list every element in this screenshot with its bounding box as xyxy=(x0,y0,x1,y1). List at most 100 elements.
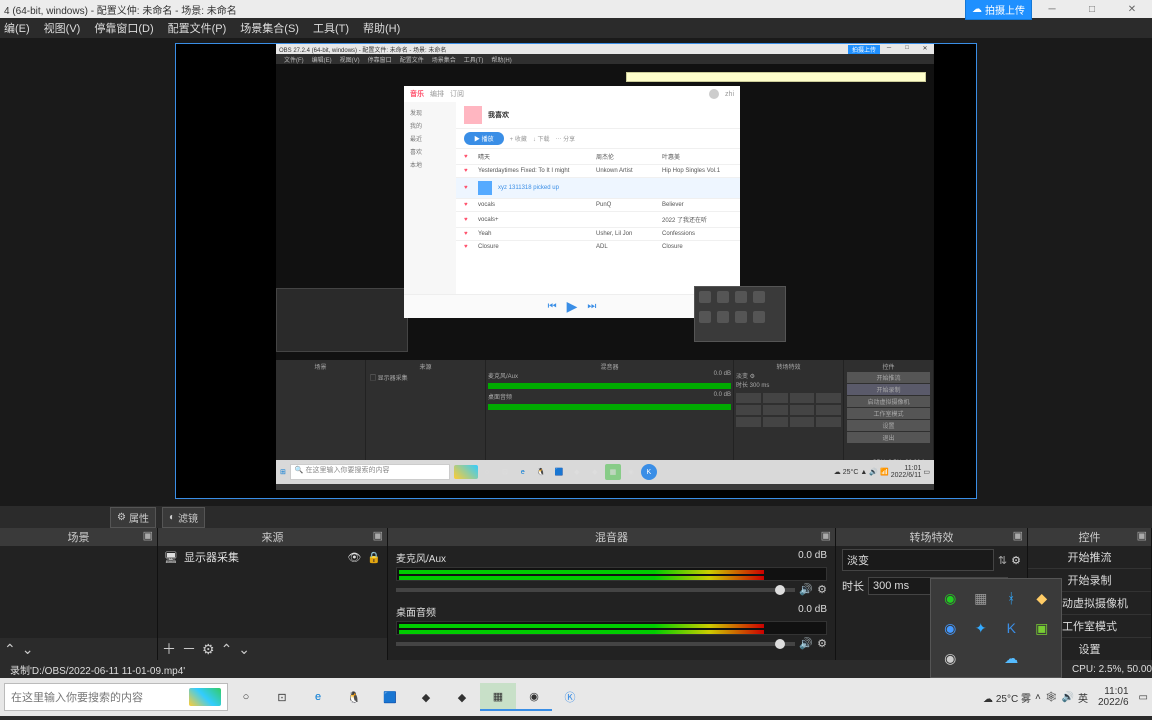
mixer-dock: 混音器 ▣ 麦克风/Aux0.0 dB 🔊 ⚙ 桌面音频0.0 dB 🔊 ⚙ xyxy=(388,528,836,660)
obs-icon[interactable]: ◉ xyxy=(516,683,552,711)
volume-slider[interactable] xyxy=(396,588,795,592)
menu-edit[interactable]: 编(E) xyxy=(4,20,30,36)
clock[interactable]: 11:012022/6 xyxy=(1092,686,1135,708)
nested-docks: 场景 来源▢ 显示器采集 混音器 麦克风/Aux0.0 dB 桌面音频0.0 d… xyxy=(276,360,934,460)
music-title: 音乐 xyxy=(410,89,424,99)
menu-view[interactable]: 视图(V) xyxy=(44,20,81,36)
tray-icon[interactable]: ◉ xyxy=(937,585,964,611)
audio-channel-desktop: 桌面音频0.0 dB 🔊 ⚙ xyxy=(388,600,835,654)
audio-meter xyxy=(396,567,827,581)
close-button[interactable]: ✕ xyxy=(1112,0,1152,18)
menu-scene-collection[interactable]: 场景集合(S) xyxy=(240,20,299,36)
windows-icon: ⊞ xyxy=(280,468,286,476)
undock-icon[interactable]: ▣ xyxy=(1137,529,1147,542)
steam-icon[interactable]: ◉ xyxy=(937,615,964,641)
filters-button[interactable]: ◐滤镜 xyxy=(162,507,205,528)
undock-icon[interactable]: ▣ xyxy=(821,529,831,542)
gear-icon[interactable]: ⚙ xyxy=(817,637,827,650)
app-icon[interactable]: ◆ xyxy=(408,683,444,711)
gear-icon[interactable]: ⚙ xyxy=(817,583,827,596)
source-toolbar: ⚙属性 ◐滤镜 xyxy=(0,506,1152,528)
volume-slider[interactable] xyxy=(396,642,795,646)
tray-icon[interactable]: K xyxy=(998,615,1025,641)
scenes-list[interactable] xyxy=(0,546,157,638)
menu-bar: 编(E) 视图(V) 停靠窗口(D) 配置文件(P) 场景集合(S) 工具(T)… xyxy=(0,18,1152,38)
ime-icon[interactable]: 英 xyxy=(1078,690,1088,705)
maximize-button[interactable]: □ xyxy=(1072,0,1112,18)
chevron-up-icon[interactable]: ⌃ xyxy=(4,641,16,658)
window-title: 4 (64-bit, windows) - 配置义仲: 未命名 - 场景: 未命… xyxy=(4,2,237,17)
gear-icon: ⚙ xyxy=(117,512,126,523)
undock-icon[interactable]: ▣ xyxy=(143,529,153,542)
search-input[interactable]: 在这里输入你要搜索的内容 xyxy=(4,683,228,711)
stepper-icon[interactable]: ⇅ xyxy=(998,554,1007,567)
audio-channel-mic: 麦克风/Aux0.0 dB 🔊 ⚙ xyxy=(388,546,835,600)
obs-icon[interactable]: ◉ xyxy=(937,645,964,671)
system-tray-popup[interactable]: ◉ ▦ ᚼ ◆ ◉ ✦ K ▣ ◉ ☁ xyxy=(930,578,1062,678)
remove-button[interactable]: － xyxy=(182,639,196,659)
minimize-button[interactable]: ─ xyxy=(1032,0,1072,18)
nested-title-bar: OBS 27.2.4 (64-bit, windows) - 配置文件: 未命名… xyxy=(276,44,934,54)
cloud-icon: ☁ xyxy=(972,4,982,15)
menu-dock[interactable]: 停靠窗口(D) xyxy=(94,20,153,36)
sources-title: 来源 xyxy=(262,529,284,545)
chevron-down-icon[interactable]: ⌄ xyxy=(22,641,34,658)
steam-icon[interactable]: ◆ xyxy=(444,683,480,711)
nested-small-panel xyxy=(276,288,408,352)
tray-icon[interactable]: ▣ xyxy=(1029,615,1056,641)
sources-list[interactable]: 🖥 显示器采集 👁 🔒 xyxy=(158,546,387,638)
scenes-title: 场景 xyxy=(68,529,90,545)
tray-expand-icon[interactable]: ˄ xyxy=(1035,692,1041,703)
app-icon[interactable]: 🟦 xyxy=(372,683,408,711)
tray-icon[interactable]: ◆ xyxy=(1029,585,1056,611)
task-view-icon[interactable]: ⊡ xyxy=(264,683,300,711)
move-down-button[interactable]: ⌄ xyxy=(238,641,250,658)
move-up-button[interactable]: ⌃ xyxy=(221,641,233,658)
properties-button[interactable]: ⚙属性 xyxy=(110,507,156,528)
eye-icon[interactable]: 👁 xyxy=(347,551,361,564)
menu-help[interactable]: 帮助(H) xyxy=(363,20,400,36)
undock-icon[interactable]: ▣ xyxy=(1013,529,1023,542)
weather-widget[interactable]: ☁ 25°C 雾 xyxy=(983,690,1031,705)
gear-icon[interactable]: ⚙ xyxy=(202,641,215,658)
menu-tools[interactable]: 工具(T) xyxy=(313,20,349,36)
preview-canvas[interactable]: OBS 27.2.4 (64-bit, windows) - 配置文件: 未命名… xyxy=(176,44,976,498)
tray-icon[interactable] xyxy=(1029,645,1056,671)
audio-meter xyxy=(396,621,827,635)
bluetooth-icon[interactable]: ᚼ xyxy=(998,585,1025,611)
nested-taskbar: ⊞ 🔍 在这里输入你要搜索的内容 ○⊡e🐧🟦◆◆▦◉K ☁ 25°C ▲🔊📶 1… xyxy=(276,460,934,484)
music-app: 音乐 编排订阅 zhi 发现我的最近喜欢本地 我喜欢 ▶ 播放+ 收藏↓ 下载⋯… xyxy=(404,86,740,318)
source-item[interactable]: 🖥 显示器采集 👁 🔒 xyxy=(158,546,387,568)
preview-area[interactable]: OBS 27.2.4 (64-bit, windows) - 配置文件: 未命名… xyxy=(0,38,1152,506)
nested-menu: 文件(F)编辑(E)视图(V)停靠窗口配置文件场景集合工具(T)帮助(H) xyxy=(276,54,934,64)
music-main: 我喜欢 ▶ 播放+ 收藏↓ 下载⋯ 分享 ♥晴天周杰伦叶惠美 ♥Yesterda… xyxy=(456,102,740,294)
app-icon[interactable]: 🐧 xyxy=(336,683,372,711)
add-button[interactable]: ＋ xyxy=(162,639,176,659)
start-stream-button[interactable]: 开始推流 xyxy=(1028,546,1151,569)
app-icon-active[interactable]: ▦ xyxy=(480,683,516,711)
edge-icon[interactable]: e xyxy=(300,683,336,711)
mixer-title: 混音器 xyxy=(595,529,628,545)
transition-type[interactable]: 淡变 xyxy=(842,549,994,571)
notification-icon[interactable]: ▭ xyxy=(1139,692,1148,703)
tray-icon[interactable]: ✦ xyxy=(968,615,995,641)
undock-icon[interactable]: ▣ xyxy=(373,529,383,542)
music-sidebar: 发现我的最近喜欢本地 xyxy=(404,102,456,294)
filter-icon: ◐ xyxy=(169,512,175,523)
speaker-icon[interactable]: 🔊 xyxy=(799,583,813,596)
transitions-title: 转场特效 xyxy=(910,529,954,545)
lock-icon[interactable]: 🔒 xyxy=(367,551,381,564)
menu-profile[interactable]: 配置文件(P) xyxy=(168,20,227,36)
upload-button[interactable]: ☁拍摄上传 xyxy=(965,0,1032,20)
tray-icon[interactable]: ▦ xyxy=(968,585,995,611)
source-label: 显示器采集 xyxy=(184,549,239,565)
tray-icon[interactable] xyxy=(968,645,995,671)
gear-icon[interactable]: ⚙ xyxy=(1011,554,1021,567)
cortana-icon[interactable]: ○ xyxy=(228,683,264,711)
app-icon[interactable]: Ⓚ xyxy=(552,683,588,711)
network-icon[interactable]: 🕸 xyxy=(1045,692,1058,703)
tray-icon[interactable]: ☁ xyxy=(998,645,1025,671)
speaker-icon[interactable]: 🔊 xyxy=(799,637,813,650)
volume-icon[interactable]: 🔊 xyxy=(1062,692,1074,703)
record-path: 录制'D:/OBS/2022-06-11 11-01-09.mp4' xyxy=(10,662,185,677)
